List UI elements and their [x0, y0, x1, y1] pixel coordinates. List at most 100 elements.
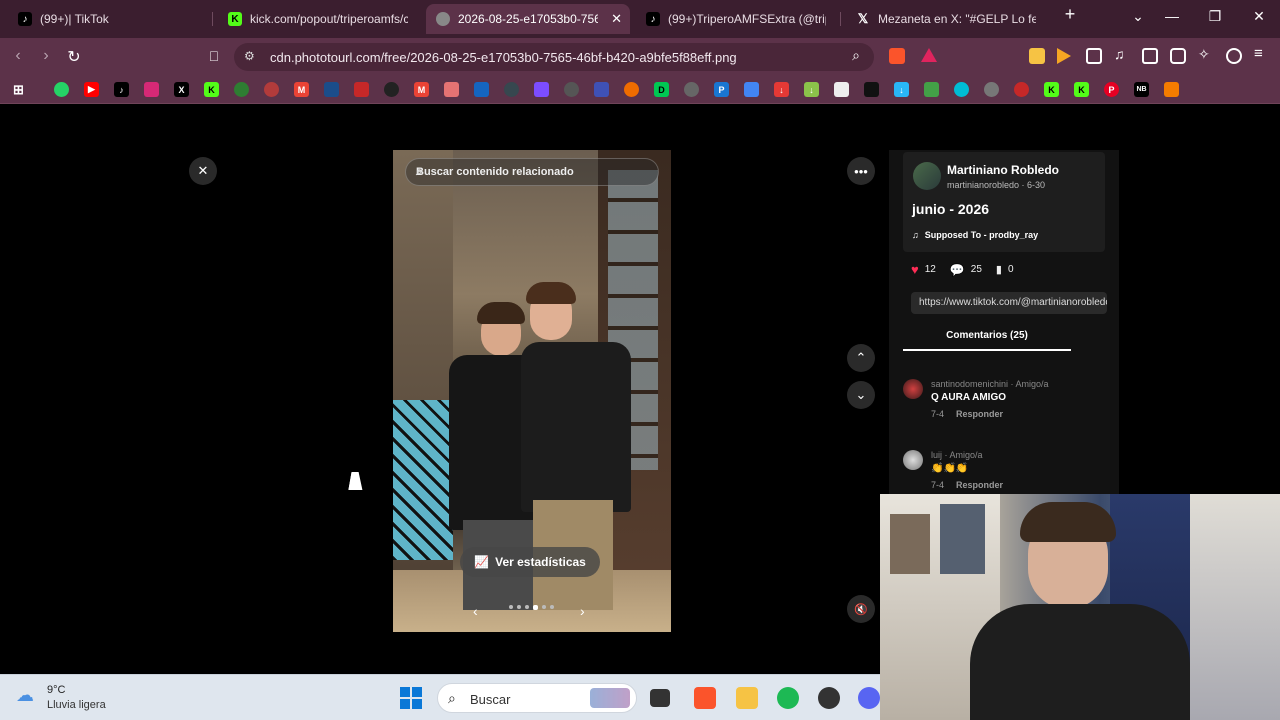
bookmark-icon[interactable]	[624, 82, 639, 97]
weather-temp[interactable]: 9°C	[47, 684, 65, 696]
new-tab-icon[interactable]: +	[1058, 4, 1082, 25]
comment-user[interactable]: luij · Amigo/a	[931, 450, 983, 460]
more-options-icon[interactable]: •••	[847, 157, 875, 185]
bookmark-icon[interactable]	[594, 82, 609, 97]
bookmark-icon[interactable]	[264, 82, 279, 97]
menu-icon[interactable]: ≡	[1254, 45, 1270, 62]
bookmark-icon[interactable]	[354, 82, 369, 97]
vpn-icon[interactable]	[1226, 48, 1242, 64]
music-icon[interactable]: ♫	[1114, 46, 1130, 62]
puzzle-icon[interactable]	[1086, 48, 1102, 64]
chevron-down-icon[interactable]: ⌄	[847, 381, 875, 409]
kick-icon[interactable]: K	[1044, 82, 1059, 97]
chevron-down-icon[interactable]: ⌄	[1126, 8, 1150, 25]
bookmark-icon[interactable]: ↓	[894, 82, 909, 97]
paypal-icon[interactable]: P	[714, 82, 729, 97]
tab-active-image[interactable]: 2026-08-25-e17053b0-7565 ✕	[426, 4, 630, 34]
extension-icon[interactable]	[1029, 48, 1045, 64]
forward-icon[interactable]: ›	[36, 47, 56, 65]
bookmark-icon[interactable]	[1014, 82, 1029, 97]
back-icon[interactable]: ‹	[8, 47, 28, 65]
leo-ai-icon[interactable]: ✧	[1198, 46, 1214, 62]
apps-grid-icon[interactable]: ⊞	[11, 82, 26, 97]
bookmark-icon[interactable]	[504, 82, 519, 97]
docs-icon[interactable]	[744, 82, 759, 97]
gmail-icon[interactable]: M	[294, 82, 309, 97]
spotify-icon[interactable]	[777, 687, 799, 709]
tab-x[interactable]: 𝕏 Mezaneta en X: "#GELP Lo feliz q	[846, 4, 1046, 34]
next-image-icon[interactable]: ›	[580, 603, 585, 619]
windows-start-icon[interactable]	[400, 687, 422, 709]
bookmark-icon[interactable]	[324, 82, 339, 97]
bookmark-icon[interactable]	[1164, 82, 1179, 97]
bookmark-icon[interactable]: D	[654, 82, 669, 97]
close-viewer-icon[interactable]: ✕	[189, 157, 217, 185]
comment-user[interactable]: santinodomenichini · Amigo/a	[931, 379, 1049, 389]
bookmark-icon[interactable]: NB	[1134, 82, 1149, 97]
download-icon[interactable]: ↓	[804, 82, 819, 97]
wallet-icon[interactable]	[1170, 48, 1186, 64]
tab-kick[interactable]: K kick.com/popout/triperoamfs/ch	[218, 4, 418, 34]
avatar[interactable]	[913, 162, 941, 190]
reload-icon[interactable]: ↻	[64, 47, 84, 67]
kick-icon[interactable]: K	[1074, 82, 1089, 97]
bookmark-icon[interactable]	[474, 82, 489, 97]
whatsapp-icon[interactable]	[54, 82, 69, 97]
bookmark-icon[interactable]	[834, 82, 849, 97]
chevron-up-icon[interactable]: ⌃	[847, 344, 875, 372]
bookmark-icon[interactable]	[534, 82, 549, 97]
reply-button[interactable]: Responder	[956, 480, 1003, 490]
task-view-icon[interactable]	[650, 689, 670, 707]
bookmark-icon[interactable]	[234, 82, 249, 97]
mute-icon[interactable]: 🔇	[847, 595, 875, 623]
bookmark-icon[interactable]	[684, 82, 699, 97]
obs-icon[interactable]	[818, 687, 840, 709]
post-link-field[interactable]: https://www.tiktok.com/@martinianorobled…	[911, 292, 1107, 314]
reply-button[interactable]: Responder	[956, 409, 1003, 419]
kick-icon[interactable]: K	[204, 82, 219, 97]
tab-comments[interactable]: Comentarios (25)	[903, 330, 1071, 351]
gmail-icon[interactable]: M	[414, 82, 429, 97]
author-name[interactable]: Martiniano Robledo	[947, 163, 1059, 177]
tiktok-icon[interactable]: ♪	[114, 82, 129, 97]
bookmark-icon[interactable]	[384, 82, 399, 97]
maximize-icon[interactable]: ❐	[1203, 8, 1227, 25]
download-icon[interactable]: ↓	[774, 82, 789, 97]
close-window-icon[interactable]: ✕	[1247, 8, 1271, 25]
sidebar-icon[interactable]	[1142, 48, 1158, 64]
close-tab-icon[interactable]: ✕	[611, 11, 622, 27]
avatar[interactable]	[903, 450, 923, 470]
weather-cloud-icon[interactable]: ☁	[16, 685, 40, 707]
brave-shields-icon[interactable]	[889, 48, 905, 64]
weather-condition[interactable]: Lluvia ligera	[47, 699, 106, 711]
file-explorer-icon[interactable]	[736, 687, 758, 709]
bookmark-icon[interactable]: ⎕	[204, 48, 224, 65]
prev-image-icon[interactable]: ‹	[473, 603, 478, 619]
instagram-icon[interactable]	[144, 82, 159, 97]
play-icon[interactable]	[1057, 48, 1071, 64]
x-icon[interactable]: X	[174, 82, 189, 97]
bookmark-icon[interactable]	[444, 82, 459, 97]
save-button[interactable]: ▮ 0	[996, 263, 1014, 276]
bookmark-icon[interactable]	[924, 82, 939, 97]
address-bar[interactable]: ⚙ cdn.phototourl.com/free/2026-08-25-e17…	[234, 43, 874, 71]
related-search-input[interactable]: Buscar contenido relacionado ⌕	[405, 158, 659, 186]
music-row[interactable]: ♫ Supposed To - prodby_ray	[912, 230, 1038, 240]
zoom-icon[interactable]: ⌕	[846, 47, 866, 64]
bookmark-icon[interactable]	[984, 82, 999, 97]
brave-browser-icon[interactable]	[694, 687, 716, 709]
discord-icon[interactable]	[858, 687, 880, 709]
search-icon[interactable]: ⌕	[416, 164, 648, 179]
minimize-icon[interactable]: —	[1160, 8, 1184, 24]
bookmark-icon[interactable]	[864, 82, 879, 97]
tab-tiktok[interactable]: ♪ (99+)| TikTok	[8, 4, 208, 34]
bookmark-icon[interactable]	[954, 82, 969, 97]
like-button[interactable]: ♥ 12	[911, 262, 936, 277]
youtube-icon[interactable]: ▶	[84, 82, 99, 97]
tab-tiktok-2[interactable]: ♪ (99+)TriperoAMFSExtra (@triper	[636, 4, 836, 34]
site-info-icon[interactable]: ⚙	[244, 49, 255, 63]
view-stats-button[interactable]: 📈 Ver estadísticas	[460, 547, 600, 577]
avatar[interactable]	[903, 379, 923, 399]
bookmark-icon[interactable]	[564, 82, 579, 97]
brave-rewards-icon[interactable]	[921, 48, 937, 62]
